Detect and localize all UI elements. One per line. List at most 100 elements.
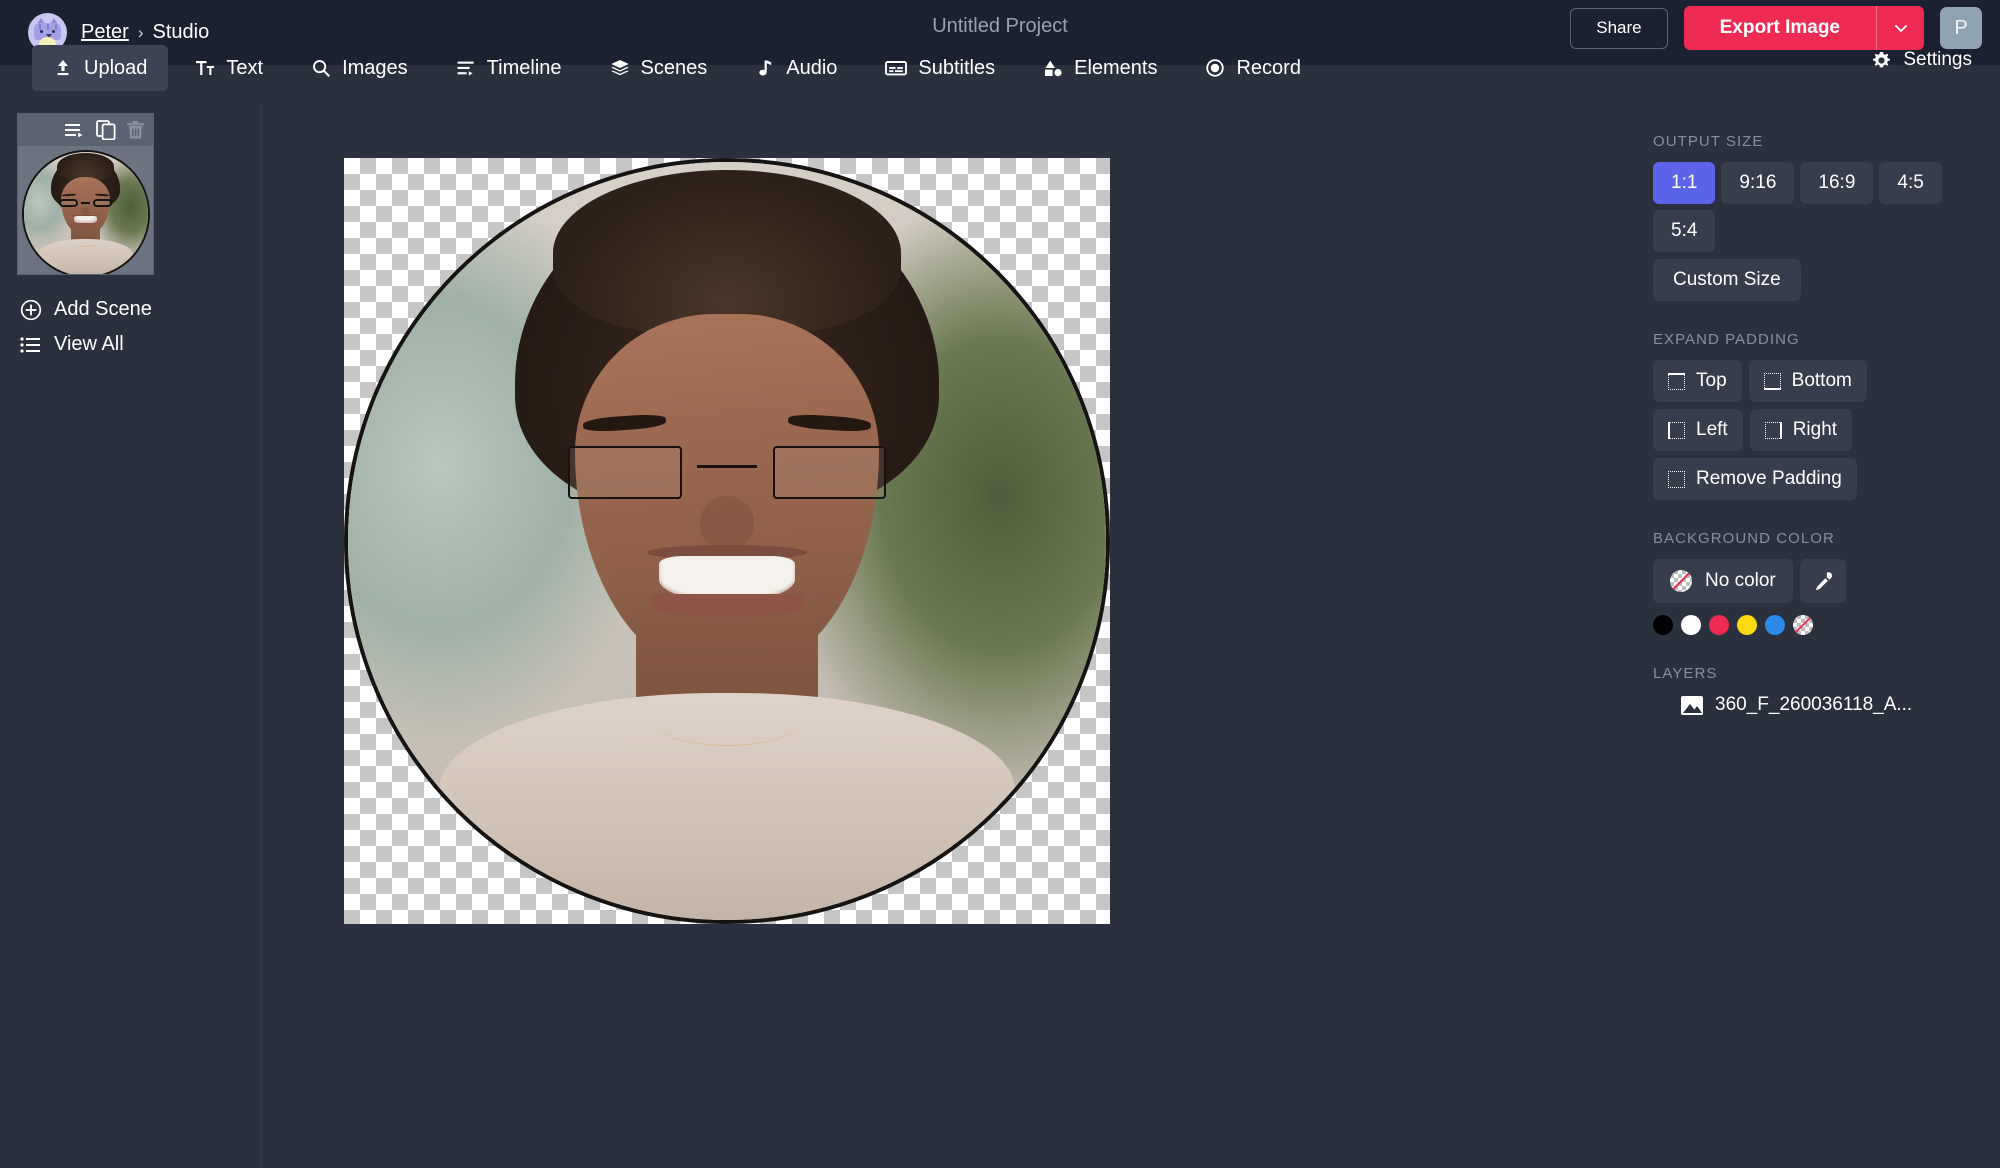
pad-label: Bottom bbox=[1792, 370, 1852, 392]
layer-name: 360_F_260036118_A... bbox=[1715, 694, 1912, 716]
nav-item-record[interactable]: Record bbox=[1184, 45, 1321, 91]
canvas-area bbox=[263, 103, 1625, 1168]
search-icon bbox=[311, 58, 331, 78]
upload-icon bbox=[53, 58, 73, 78]
color-swatches bbox=[1653, 615, 1972, 635]
share-button[interactable]: Share bbox=[1570, 8, 1667, 49]
transition-icon[interactable] bbox=[65, 122, 86, 139]
nav-label: Text bbox=[226, 57, 263, 80]
pad-left-button[interactable]: Left bbox=[1653, 409, 1743, 451]
swatch-yellow[interactable] bbox=[1737, 615, 1757, 635]
top-bar-actions: Share Export Image P bbox=[1570, 6, 1982, 50]
output-size-options: 1:1 9:16 16:9 4:5 5:4 bbox=[1653, 162, 1972, 252]
chevron-down-icon bbox=[1893, 20, 1909, 36]
pad-label: Remove Padding bbox=[1696, 468, 1842, 490]
custom-size-button[interactable]: Custom Size bbox=[1653, 259, 1801, 301]
pad-right-button[interactable]: Right bbox=[1750, 409, 1852, 451]
swatch-blue[interactable] bbox=[1765, 615, 1785, 635]
output-size-label: Output Size bbox=[1653, 133, 1972, 150]
add-scene-button[interactable]: Add Scene bbox=[20, 298, 152, 321]
padding-remove-icon bbox=[1668, 471, 1685, 488]
transparent-icon bbox=[1670, 570, 1692, 592]
shapes-icon bbox=[1043, 58, 1063, 78]
settings-button[interactable]: Settings bbox=[1871, 49, 1972, 71]
pad-top-button[interactable]: Top bbox=[1653, 360, 1742, 402]
left-panel: Add Scene View All bbox=[0, 103, 262, 1168]
nav-item-images[interactable]: Images bbox=[290, 45, 429, 91]
padding-right-icon bbox=[1765, 422, 1782, 439]
layer-item[interactable]: 360_F_260036118_A... bbox=[1681, 694, 1972, 716]
text-icon bbox=[195, 58, 215, 78]
music-note-icon bbox=[755, 58, 775, 78]
background-color-controls: No color bbox=[1653, 559, 1972, 603]
settings-label: Settings bbox=[1903, 49, 1972, 71]
export-image-button[interactable]: Export Image bbox=[1684, 6, 1876, 50]
nav-item-text[interactable]: Text bbox=[174, 45, 284, 91]
eyedropper-button[interactable] bbox=[1800, 559, 1846, 603]
plus-circle-icon bbox=[20, 299, 42, 321]
breadcrumb-separator: › bbox=[138, 23, 144, 43]
layers-label: Layers bbox=[1653, 665, 1972, 682]
ratio-button-16-9[interactable]: 16:9 bbox=[1800, 162, 1873, 204]
export-button-group: Export Image bbox=[1684, 6, 1924, 50]
trash-icon[interactable] bbox=[126, 120, 145, 140]
scene-thumbnail bbox=[18, 146, 153, 275]
view-all-label: View All bbox=[54, 333, 124, 356]
nav-label: Subtitles bbox=[918, 57, 995, 80]
user-avatar-button[interactable]: P bbox=[1940, 7, 1982, 49]
nav-label: Scenes bbox=[641, 57, 708, 80]
record-icon bbox=[1205, 58, 1225, 78]
nav-item-upload[interactable]: Upload bbox=[32, 45, 168, 91]
nav-item-timeline[interactable]: Timeline bbox=[435, 45, 583, 91]
expand-padding-options: Top Bottom Left Right Remove Padding bbox=[1653, 360, 1875, 500]
swatch-black[interactable] bbox=[1653, 615, 1673, 635]
no-color-button[interactable]: No color bbox=[1653, 559, 1793, 603]
nav-label: Upload bbox=[84, 57, 147, 80]
layers-icon bbox=[610, 58, 630, 78]
view-all-button[interactable]: View All bbox=[20, 333, 152, 356]
subtitles-icon bbox=[885, 58, 907, 78]
breadcrumb-user[interactable]: Peter bbox=[81, 21, 129, 44]
breadcrumb: Peter › Studio bbox=[81, 21, 209, 44]
swatch-white[interactable] bbox=[1681, 615, 1701, 635]
nav-item-subtitles[interactable]: Subtitles bbox=[864, 45, 1016, 91]
pad-bottom-button[interactable]: Bottom bbox=[1749, 360, 1867, 402]
no-color-label: No color bbox=[1705, 570, 1776, 592]
pad-label: Top bbox=[1696, 370, 1727, 392]
padding-bottom-icon bbox=[1764, 373, 1781, 390]
ratio-button-4-5[interactable]: 4:5 bbox=[1879, 162, 1941, 204]
ratio-button-1-1[interactable]: 1:1 bbox=[1653, 162, 1715, 204]
nav-items: Upload Text Images bbox=[32, 45, 1322, 91]
list-icon bbox=[20, 335, 42, 355]
swatch-transparent[interactable] bbox=[1793, 615, 1813, 635]
scene-card[interactable] bbox=[17, 113, 154, 275]
nav-item-audio[interactable]: Audio bbox=[734, 45, 858, 91]
nav-label: Elements bbox=[1074, 57, 1157, 80]
nav-label: Timeline bbox=[487, 57, 562, 80]
remove-padding-button[interactable]: Remove Padding bbox=[1653, 458, 1857, 500]
add-scene-label: Add Scene bbox=[54, 298, 152, 321]
canvas-image-layer[interactable] bbox=[344, 158, 1110, 924]
expand-padding-label: Expand Padding bbox=[1653, 331, 1972, 348]
breadcrumb-current: Studio bbox=[152, 21, 209, 44]
duplicate-icon[interactable] bbox=[96, 120, 116, 140]
gear-icon bbox=[1871, 50, 1892, 71]
nav-bar: Upload Text Images bbox=[0, 65, 2000, 103]
nav-item-elements[interactable]: Elements bbox=[1022, 45, 1178, 91]
timeline-icon bbox=[456, 58, 476, 78]
pad-label: Left bbox=[1696, 419, 1728, 441]
swatch-red[interactable] bbox=[1709, 615, 1729, 635]
editor-canvas[interactable] bbox=[344, 158, 1110, 924]
ratio-button-5-4[interactable]: 5:4 bbox=[1653, 210, 1715, 252]
padding-top-icon bbox=[1668, 373, 1685, 390]
nav-item-scenes[interactable]: Scenes bbox=[589, 45, 729, 91]
nav-label: Record bbox=[1236, 57, 1300, 80]
export-options-button[interactable] bbox=[1876, 6, 1924, 50]
pad-label: Right bbox=[1793, 419, 1837, 441]
eyedropper-icon bbox=[1812, 571, 1833, 592]
image-icon bbox=[1681, 696, 1703, 715]
ratio-button-9-16[interactable]: 9:16 bbox=[1721, 162, 1794, 204]
padding-left-icon bbox=[1668, 422, 1685, 439]
scene-card-toolbar bbox=[18, 114, 153, 146]
background-color-label: Background Color bbox=[1653, 530, 1972, 547]
